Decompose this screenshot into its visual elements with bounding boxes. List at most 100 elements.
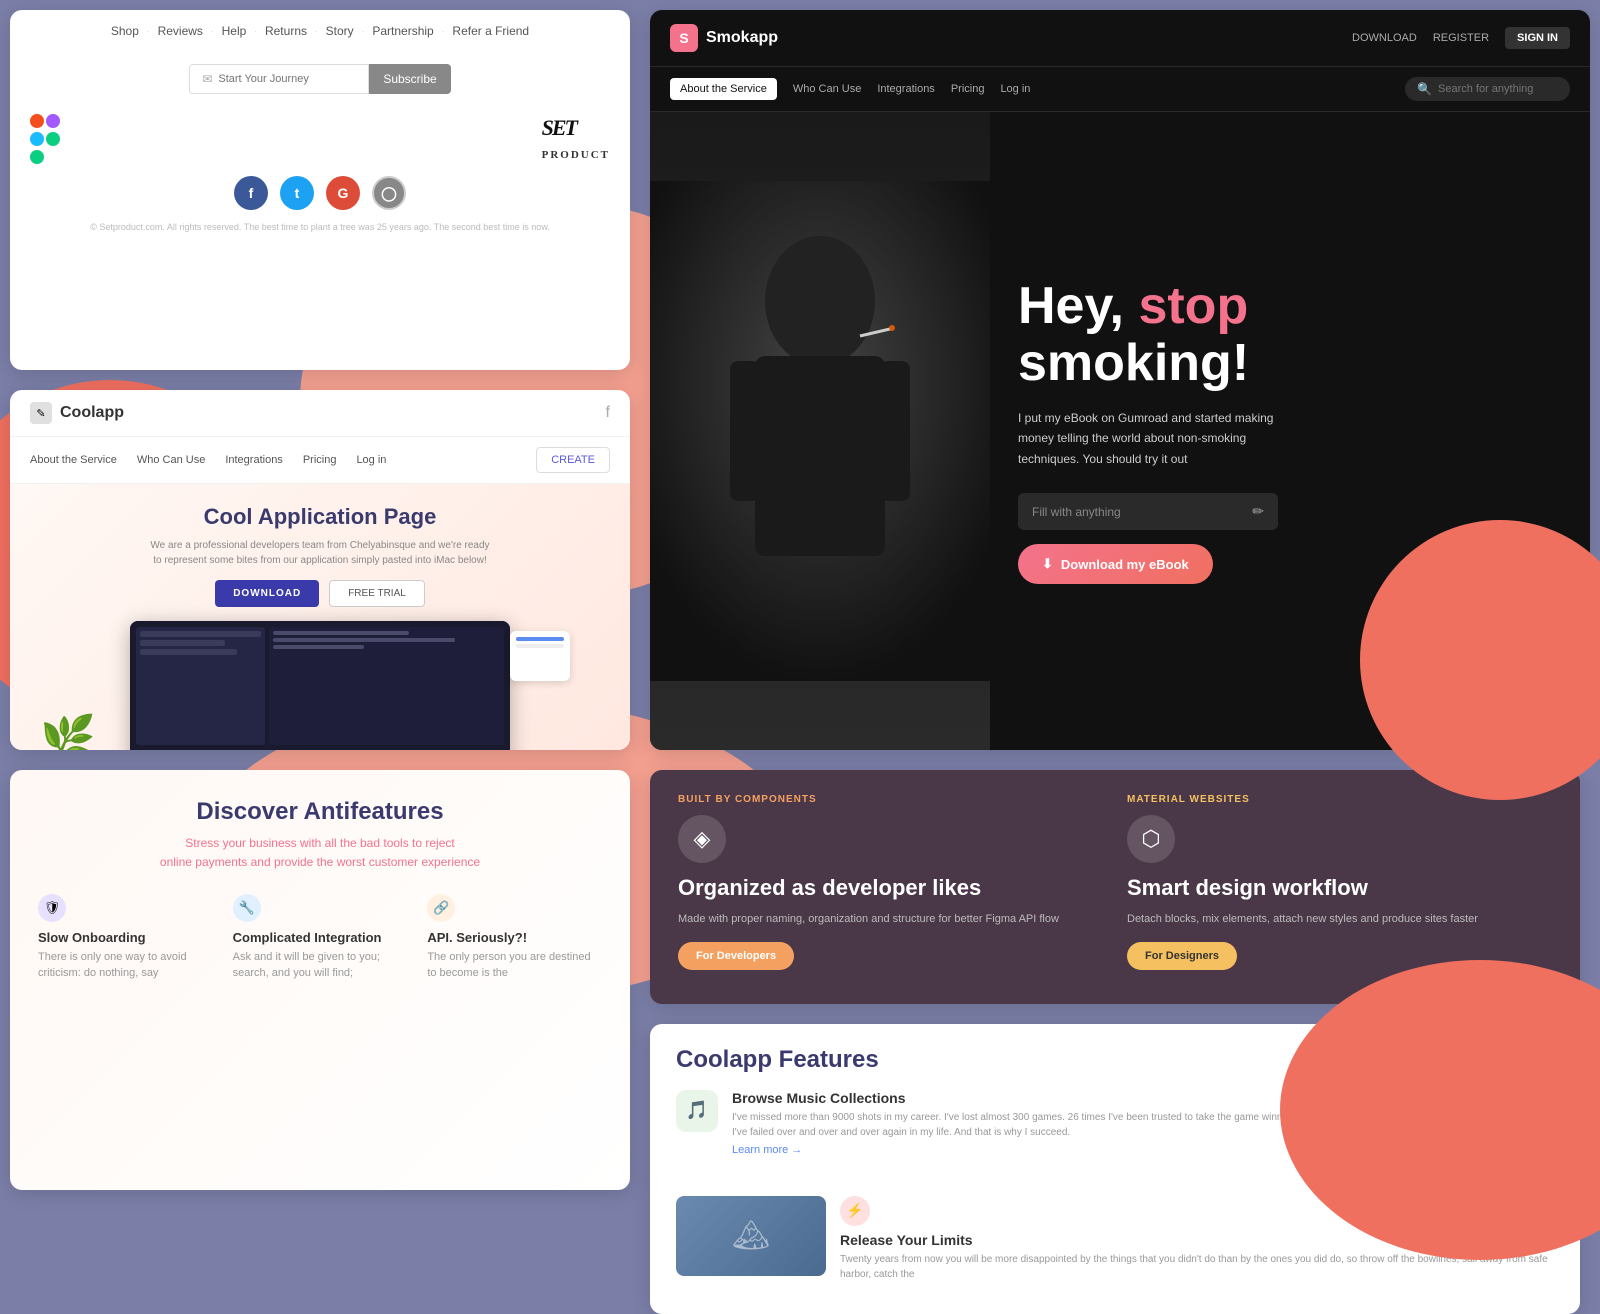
antifeatures-grid: 🛡 Slow Onboarding There is only one way … bbox=[38, 894, 602, 981]
person-silhouette bbox=[650, 112, 990, 750]
cool-app-content: Cool Application Page We are a professio… bbox=[10, 484, 630, 750]
nav-partnership[interactable]: Partnership bbox=[372, 24, 433, 38]
coolapp-create-button[interactable]: CREATE bbox=[536, 447, 610, 473]
coolapp-nav-integrations[interactable]: Integrations bbox=[225, 454, 282, 466]
nav-pricing[interactable]: Pricing bbox=[951, 83, 985, 95]
imac-screen bbox=[130, 621, 510, 750]
headline-highlight: stop bbox=[1138, 277, 1248, 335]
nav-log-in[interactable]: Log in bbox=[1000, 83, 1030, 95]
subscribe-button[interactable]: Subscribe bbox=[369, 64, 450, 94]
cool-app-buttons: DOWNLOAD FREE TRIAL bbox=[215, 580, 425, 607]
antifeature-item-2: 🔧 Complicated Integration Ask and it wil… bbox=[233, 894, 408, 981]
imac-display: 🌿 bbox=[30, 621, 610, 750]
footer-text: © Setproduct.com. All rights reserved. T… bbox=[10, 218, 630, 242]
coolapp-header: ✎ Coolapp f bbox=[10, 390, 630, 437]
antifeature-desc-1: There is only one way to avoid criticism… bbox=[38, 950, 213, 981]
feature-desc-1: Made with proper naming, organization an… bbox=[678, 911, 1103, 928]
browse-music-text: Browse Music Collections I've missed mor… bbox=[732, 1090, 1390, 1158]
feature-icon-2: ⬡ bbox=[1127, 815, 1175, 863]
subscribe-input-wrap: ✉ bbox=[189, 64, 369, 94]
antifeature-icon-1: 🛡 bbox=[38, 894, 66, 922]
instagram-button[interactable]: ◯ bbox=[372, 176, 406, 210]
for-designers-button[interactable]: For Designers bbox=[1127, 942, 1237, 970]
smokapp-text: Hey, stop smoking! I put my eBook on Gum… bbox=[990, 112, 1590, 750]
nav-refer[interactable]: Refer a Friend bbox=[452, 24, 529, 38]
nav-integrations[interactable]: Integrations bbox=[877, 83, 934, 95]
coolapp-logo: ✎ Coolapp bbox=[30, 402, 124, 424]
release-limits-title: Release Your Limits bbox=[840, 1232, 1554, 1248]
cool-app-download-button[interactable]: DOWNLOAD bbox=[215, 580, 319, 607]
nav-about-service[interactable]: About the Service bbox=[670, 78, 777, 100]
fill-input-area: Fill with anything ✏ bbox=[1018, 493, 1278, 530]
twitter-button[interactable]: t bbox=[280, 176, 314, 210]
fill-input-text: Fill with anything bbox=[1032, 505, 1121, 519]
nav-sep5: · bbox=[362, 27, 365, 36]
browse-music-title: Browse Music Collections bbox=[732, 1090, 1390, 1106]
imac-mockup bbox=[130, 621, 510, 750]
pencil-icon: ✏ bbox=[1252, 503, 1264, 520]
figma-circle-green bbox=[46, 132, 60, 146]
nav-reviews[interactable]: Reviews bbox=[158, 24, 203, 38]
coolapp-nav-pricing[interactable]: Pricing bbox=[303, 454, 337, 466]
facebook-link-icon[interactable]: f bbox=[606, 404, 610, 422]
imac-main-area bbox=[269, 627, 504, 745]
header-download-link[interactable]: DOWNLOAD bbox=[1352, 32, 1417, 44]
google-button[interactable]: G bbox=[326, 176, 360, 210]
antifeature-item-1: 🛡 Slow Onboarding There is only one way … bbox=[38, 894, 213, 981]
email-input[interactable] bbox=[218, 73, 348, 85]
header-register-link[interactable]: REGISTER bbox=[1433, 32, 1489, 44]
coolapp-logo-name: Coolapp bbox=[60, 404, 124, 422]
for-developers-button[interactable]: For Developers bbox=[678, 942, 794, 970]
feature-title-1: Organized as developer likes bbox=[678, 875, 1103, 901]
nav-sep4: · bbox=[315, 27, 318, 36]
feature-browse-music: 🎵 Browse Music Collections I've missed m… bbox=[676, 1090, 1554, 1180]
search-bar: 🔍 bbox=[1405, 77, 1570, 101]
cool-app-title: Cool Application Page bbox=[204, 504, 437, 530]
feature-card-designers: MATERIAL WEBSITES ⬡ Smart design workflo… bbox=[1127, 794, 1552, 980]
floating-card bbox=[510, 631, 570, 681]
smokapp-header-links: DOWNLOAD REGISTER SIGN IN bbox=[1352, 27, 1570, 49]
smokapp-headline: Hey, stop smoking! bbox=[1018, 278, 1562, 392]
imac-sidebar bbox=[136, 627, 265, 745]
cool-app-trial-button[interactable]: FREE TRIAL bbox=[329, 580, 425, 607]
p5a-panel: BUILT BY COMPONENTS ◈ Organized as devel… bbox=[640, 760, 1590, 1004]
nav-shop[interactable]: Shop bbox=[111, 24, 139, 38]
search-icon: 🔍 bbox=[1417, 82, 1432, 96]
figma-circle-red bbox=[30, 114, 44, 128]
feature-release-limits: 🏔 ⚡ Release Your Limits Twenty years fro… bbox=[676, 1196, 1554, 1282]
browse-music-image: 🎸 bbox=[1404, 1090, 1554, 1180]
antifeature-desc-3: The only person you are destined to beco… bbox=[427, 950, 602, 981]
header-signin-button[interactable]: SIGN IN bbox=[1505, 27, 1570, 49]
browse-music-link[interactable]: Learn more → bbox=[732, 1144, 802, 1156]
coolapp-nav-who[interactable]: Who Can Use bbox=[137, 454, 205, 466]
social-links: f t G ◯ bbox=[10, 168, 630, 218]
browse-music-icon: 🎵 bbox=[676, 1090, 718, 1132]
nav-sep1: · bbox=[147, 27, 150, 36]
nav-help[interactable]: Help bbox=[222, 24, 247, 38]
antifeature-title-2: Complicated Integration bbox=[233, 930, 408, 945]
coolapp-nav-about[interactable]: About the Service bbox=[30, 454, 117, 466]
search-input[interactable] bbox=[1438, 83, 1558, 95]
download-ebook-button[interactable]: ⬇ Download my eBook bbox=[1018, 544, 1213, 584]
smokapp-logo: S Smokapp bbox=[670, 24, 778, 52]
feature-tag-2: MATERIAL WEBSITES bbox=[1127, 794, 1552, 805]
figma-circle-blue bbox=[30, 132, 44, 146]
nav-story[interactable]: Story bbox=[326, 24, 354, 38]
coolapp-nav-login[interactable]: Log in bbox=[356, 454, 386, 466]
coolapp-features-title: Coolapp Features bbox=[676, 1046, 1554, 1074]
email-icon: ✉ bbox=[202, 72, 212, 86]
smokapp-nav: About the Service Who Can Use Integratio… bbox=[650, 67, 1590, 112]
nav-returns[interactable]: Returns bbox=[265, 24, 307, 38]
antifeature-icon-2: 🔧 bbox=[233, 894, 261, 922]
feature-desc-2: Detach blocks, mix elements, attach new … bbox=[1127, 911, 1552, 928]
nav-who-can-use[interactable]: Who Can Use bbox=[793, 83, 861, 95]
download-button-label: Download my eBook bbox=[1061, 557, 1189, 572]
figma-circle-purple bbox=[46, 114, 60, 128]
facebook-button[interactable]: f bbox=[234, 176, 268, 210]
cool-app-desc: We are a professional developers team fr… bbox=[150, 538, 490, 568]
smokapp-description: I put my eBook on Gumroad and started ma… bbox=[1018, 408, 1298, 469]
coolapp-logo-icon: ✎ bbox=[30, 402, 52, 424]
smokapp-logo-name: Smokapp bbox=[706, 29, 778, 47]
antifeature-icon-3: 🔗 bbox=[427, 894, 455, 922]
figma-circle-bottom bbox=[30, 150, 44, 164]
